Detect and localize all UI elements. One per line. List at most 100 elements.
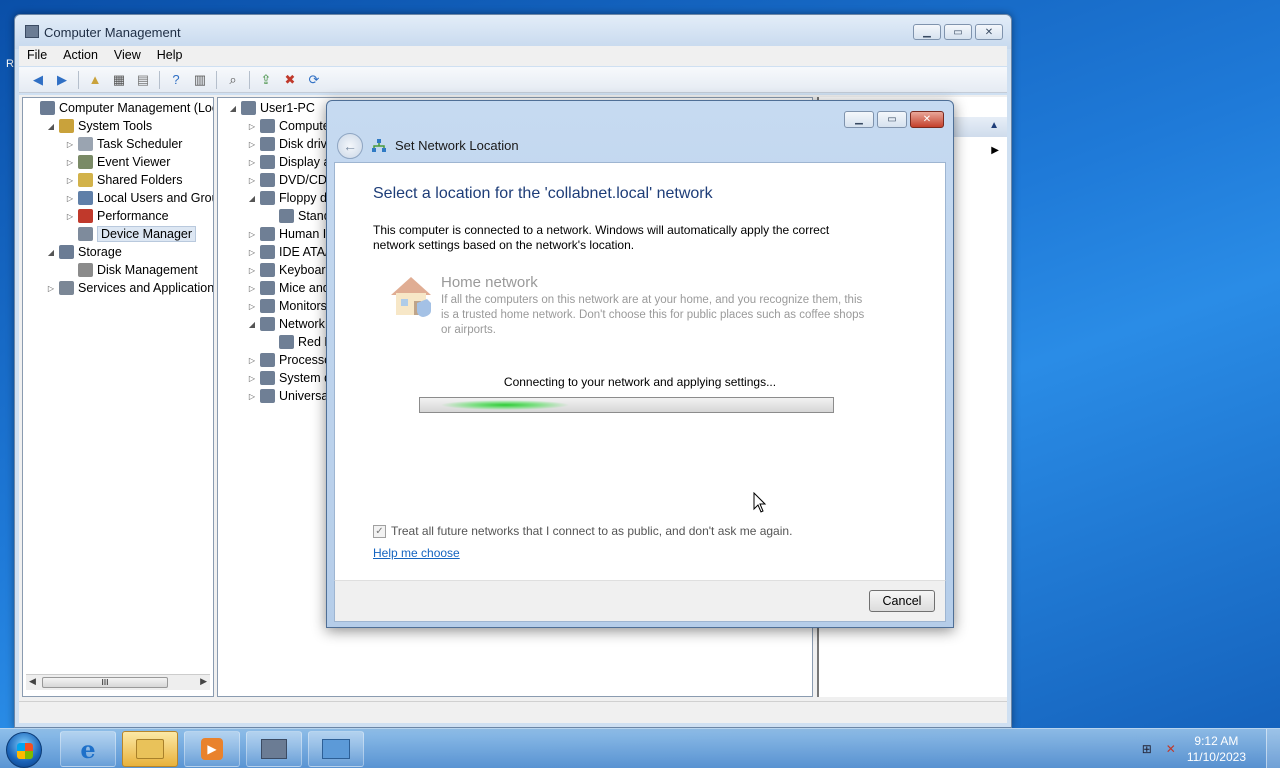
expand-arrow-icon[interactable]: ▷ xyxy=(65,194,75,203)
back-arrow-icon[interactable]: ◀ xyxy=(27,70,49,90)
device-tree-item[interactable]: ▷ Keyboar xyxy=(247,261,326,279)
update-driver-icon[interactable]: ⇪ xyxy=(255,70,277,90)
forward-arrow-icon[interactable]: ▶ xyxy=(51,70,73,90)
console-tree-item[interactable]: ▷ Performance xyxy=(65,207,169,225)
network-tray-icon[interactable]: ⊞ xyxy=(1139,741,1155,757)
expand-arrow-icon[interactable]: ▷ xyxy=(247,122,257,131)
console-tree-item[interactable]: ◢ System Tools xyxy=(46,117,152,135)
expand-arrow-icon[interactable]: ▷ xyxy=(247,284,257,293)
collapse-arrow-icon[interactable]: ◢ xyxy=(46,122,56,131)
expand-arrow-icon[interactable]: ▷ xyxy=(46,284,56,293)
dialog-maximize-button[interactable]: ▭ xyxy=(877,111,907,128)
uninstall-device-icon[interactable]: ✖ xyxy=(279,70,301,90)
expand-arrow-icon[interactable]: ▷ xyxy=(247,140,257,149)
device-tree-item[interactable]: ▷ DVD/CD- xyxy=(247,171,331,189)
horizontal-scrollbar[interactable]: ◀ III ▶ xyxy=(26,674,210,690)
show-hide-tree-icon[interactable]: ▦ xyxy=(108,70,130,90)
console-tree-item[interactable]: ◢ Storage xyxy=(46,243,122,261)
console-tree-item[interactable]: ▷ Local Users and Groups xyxy=(65,189,213,207)
menu-view[interactable]: View xyxy=(106,46,149,66)
device-tree-node-icon xyxy=(260,119,275,133)
public-networks-checkbox[interactable]: ✓ xyxy=(373,524,386,538)
cancel-button[interactable]: Cancel xyxy=(869,590,935,612)
taskbar-internet-explorer[interactable]: e xyxy=(60,731,116,767)
expand-arrow-icon[interactable]: ▷ xyxy=(65,176,75,185)
console-tree-item[interactable]: Computer Management (Local xyxy=(27,99,213,117)
expand-arrow-icon[interactable]: ▷ xyxy=(247,392,257,401)
device-tree-item[interactable]: ▷ Disk drive xyxy=(247,135,334,153)
expand-arrow-icon[interactable]: ▷ xyxy=(247,266,257,275)
console-tree-label: Services and Applications xyxy=(78,281,214,295)
device-tree-node-icon xyxy=(260,263,275,277)
expand-arrow-icon[interactable]: ▷ xyxy=(247,176,257,185)
menu-help[interactable]: Help xyxy=(149,46,191,66)
collapse-arrow-icon[interactable]: ◢ xyxy=(247,194,257,203)
device-tree-item[interactable]: Red H xyxy=(266,333,333,351)
expand-arrow-icon[interactable]: ▶ xyxy=(991,145,999,156)
expand-arrow-icon[interactable]: ▷ xyxy=(65,140,75,149)
show-action-pane-icon[interactable]: ▥ xyxy=(189,70,211,90)
console-tree-item[interactable]: ▷ Event Viewer xyxy=(65,153,170,171)
expand-arrow-icon[interactable]: ▷ xyxy=(247,230,257,239)
console-tree-item[interactable]: Device Manager xyxy=(65,225,197,243)
scrollbar-thumb[interactable]: III xyxy=(42,677,168,688)
title-bar[interactable]: Computer Management ▁ ▭ ✕ xyxy=(15,15,1011,49)
device-tree-label: Keyboar xyxy=(279,263,326,277)
expand-arrow-icon[interactable]: ▷ xyxy=(247,158,257,167)
collapse-arrow-icon[interactable]: ◢ xyxy=(247,320,257,329)
console-tree-item[interactable]: ▷ Shared Folders xyxy=(65,171,182,189)
device-tree-item[interactable]: ▷ Display a xyxy=(247,153,330,171)
expand-arrow-icon[interactable]: ▷ xyxy=(247,302,257,311)
expand-arrow-icon[interactable]: ▷ xyxy=(247,248,257,257)
dialog-close-button[interactable]: ✕ xyxy=(910,111,944,128)
show-desktop-button[interactable] xyxy=(1266,729,1280,768)
expand-arrow-icon[interactable]: ▷ xyxy=(65,158,75,167)
control-panel-icon xyxy=(322,739,350,759)
start-button[interactable] xyxy=(6,732,42,768)
menu-action[interactable]: Action xyxy=(55,46,106,66)
properties-icon[interactable]: ▤ xyxy=(132,70,154,90)
device-tree-item[interactable]: ▷ Compute xyxy=(247,117,330,135)
minimize-button[interactable]: ▁ xyxy=(913,24,941,40)
dialog-minimize-button[interactable]: ▁ xyxy=(844,111,874,128)
device-tree-item[interactable]: ◢ User1-PC xyxy=(228,99,315,117)
taskbar-computer-management[interactable] xyxy=(246,731,302,767)
device-tree-item[interactable]: ▷ Monitors xyxy=(247,297,327,315)
device-tree-item[interactable]: ▷ System d xyxy=(247,369,331,387)
back-button[interactable]: ← xyxy=(337,133,363,159)
volume-muted-icon[interactable]: ✕ xyxy=(1163,741,1179,757)
device-tree-item[interactable]: ▷ IDE ATA/ xyxy=(247,243,329,261)
scan-hardware-icon[interactable]: ⌕ xyxy=(222,70,244,90)
device-tree-item[interactable]: ▷ Processo xyxy=(247,351,331,369)
device-tree-item[interactable]: ◢ Network xyxy=(247,315,325,333)
public-networks-option[interactable]: ✓ Treat all future networks that I conne… xyxy=(373,524,792,538)
device-tree-node-icon xyxy=(260,227,275,241)
system-tray: ⊞ ✕ 9:12 AM 11/10/2023 xyxy=(1139,729,1280,768)
device-tree-item[interactable]: ◢ Floppy d xyxy=(247,189,327,207)
network-icon xyxy=(372,139,386,152)
collapse-arrow-icon[interactable]: ◢ xyxy=(46,248,56,257)
collapse-arrow-icon[interactable]: ◢ xyxy=(228,104,238,113)
enable-device-icon[interactable]: ⟳ xyxy=(303,70,325,90)
expand-arrow-icon[interactable]: ▷ xyxy=(65,212,75,221)
console-tree-item[interactable]: Disk Management xyxy=(65,261,198,279)
up-folder-icon[interactable]: ▲ xyxy=(84,70,106,90)
console-tree-item[interactable]: ▷ Services and Applications xyxy=(46,279,214,297)
clock[interactable]: 9:12 AM 11/10/2023 xyxy=(1187,733,1246,765)
close-button[interactable]: ✕ xyxy=(975,24,1003,40)
help-me-choose-link[interactable]: Help me choose xyxy=(373,546,460,560)
taskbar-control-panel[interactable] xyxy=(308,731,364,767)
device-tree-item[interactable]: ▷ Universal xyxy=(247,387,331,405)
expand-arrow-icon[interactable]: ▷ xyxy=(247,374,257,383)
help-icon[interactable]: ? xyxy=(165,70,187,90)
console-tree-item[interactable]: ▷ Task Scheduler xyxy=(65,135,182,153)
device-tree-item[interactable]: ▷ Mice and xyxy=(247,279,330,297)
device-tree-item[interactable]: Stand xyxy=(266,207,331,225)
taskbar-windows-explorer[interactable] xyxy=(122,731,178,767)
device-tree-label: Human I xyxy=(279,227,327,241)
expand-arrow-icon[interactable]: ▷ xyxy=(247,356,257,365)
maximize-button[interactable]: ▭ xyxy=(944,24,972,40)
taskbar-media-player[interactable]: ▶ xyxy=(184,731,240,767)
menu-file[interactable]: File xyxy=(19,46,55,66)
device-tree-item[interactable]: ▷ Human I xyxy=(247,225,326,243)
